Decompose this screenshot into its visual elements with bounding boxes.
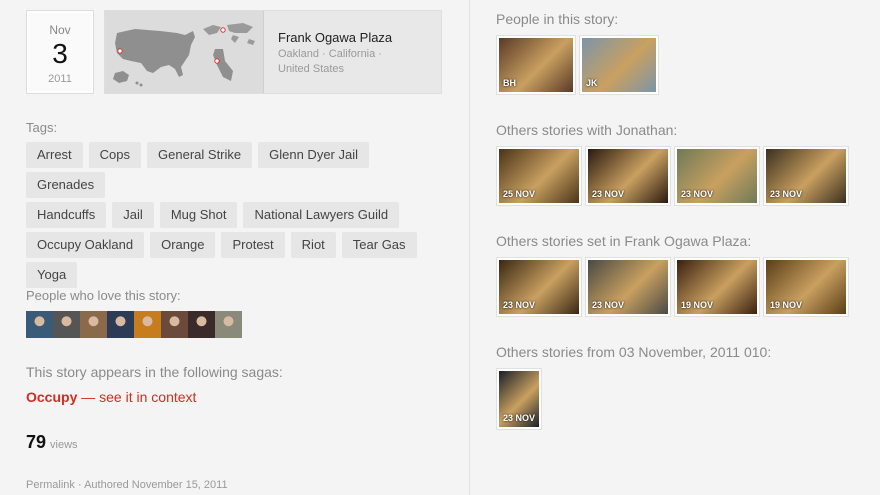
date-year: 2011 (48, 73, 72, 85)
tag[interactable]: National Lawyers Guild (243, 202, 400, 228)
lover-avatar[interactable] (215, 311, 242, 338)
story-thumbnail[interactable]: 23 NOV (585, 146, 671, 206)
story-thumbnail[interactable]: 19 NOV (763, 257, 849, 317)
place-location: Oakland · California · United States (278, 48, 382, 75)
tag[interactable]: Orange (150, 232, 216, 258)
thumbnail-caption: JK (586, 78, 598, 88)
us-map-icon (113, 23, 255, 87)
tag-row: Occupy Oakland Orange Protest Riot Tear Gas (26, 232, 456, 262)
permalink-link[interactable]: Permalink (26, 479, 75, 491)
place-country: United States (278, 63, 345, 75)
story-thumbnail[interactable]: 19 NOV (674, 257, 760, 317)
story-thumbnail[interactable]: BH (496, 35, 576, 95)
thumbnail-caption: 23 NOV (503, 413, 536, 423)
saga-context-link[interactable]: see it in context (99, 389, 196, 405)
thumbnail-caption: BH (503, 78, 516, 88)
thumbnail-caption: 23 NOV (592, 189, 625, 199)
people-label: People in this story: (496, 11, 619, 27)
tag[interactable]: Riot (290, 232, 336, 258)
tag-list: Arrest Cops General Strike Glenn Dyer Jail G… (26, 142, 456, 292)
lover-avatars (26, 311, 242, 338)
view-count: 79 views (26, 432, 78, 453)
tag-row: Arrest Cops General Strike Glenn Dyer Jail G… (26, 142, 456, 198)
tag[interactable]: Yoga (26, 262, 78, 288)
story-thumbnail[interactable]: 23 NOV (585, 257, 671, 317)
story-thumbnail[interactable]: JK (579, 35, 659, 95)
saga-name[interactable]: Occupy (26, 389, 77, 405)
thumbnail-caption: 23 NOV (681, 189, 714, 199)
place-stories-label: Others stories set in Frank Ogawa Plaza: (496, 233, 752, 249)
tag[interactable]: Mug Shot (159, 202, 238, 228)
tag[interactable]: Grenades (26, 172, 106, 198)
thumbnail-caption: 19 NOV (681, 300, 714, 310)
date-card: Nov 3 2011 (26, 10, 94, 94)
date-month: Nov (49, 23, 71, 37)
tags-label: Tags: (26, 120, 58, 135)
tag-row: Handcuffs Jail Mug Shot National Lawyers Gu… (26, 202, 456, 232)
views-number: 79 (26, 432, 47, 452)
location-card[interactable]: Frank Ogawa Plaza Oakland · California ·… (104, 10, 442, 94)
tag[interactable]: Tear Gas (341, 232, 417, 258)
place-region: California (328, 48, 376, 60)
column-divider (469, 0, 470, 495)
lover-avatar[interactable] (80, 311, 107, 338)
tag[interactable]: Jail (112, 202, 154, 228)
lover-avatar[interactable] (161, 311, 188, 338)
date-day: 3 (52, 38, 68, 69)
saga-entry: Occupy — see it in context (26, 389, 197, 405)
lover-avatar[interactable] (53, 311, 80, 338)
tag[interactable]: Handcuffs (26, 202, 107, 228)
location-map[interactable] (105, 11, 264, 93)
tag[interactable]: Arrest (26, 142, 83, 168)
place-story-thumbs: 23 NOV 23 NOV 19 NOV 19 NOV (496, 257, 852, 317)
place-name[interactable]: Frank Ogawa Plaza (278, 30, 392, 45)
lover-avatar[interactable] (107, 311, 134, 338)
thumbnail-caption: 23 NOV (592, 300, 625, 310)
lover-avatar[interactable] (26, 311, 53, 338)
lover-avatar[interactable] (188, 311, 215, 338)
jonathan-stories-label: Others stories with Jonathan: (496, 122, 678, 138)
story-thumbnail[interactable]: 25 NOV (496, 146, 582, 206)
story-footer: Permalink · Authored November 15, 2011 (26, 479, 228, 491)
lovers-label: People who love this story: (26, 288, 181, 303)
thumbnail-caption: 25 NOV (503, 189, 536, 199)
lover-avatar[interactable] (134, 311, 161, 338)
date-story-thumbs: 23 NOV (496, 368, 545, 430)
place-city: Oakland (278, 48, 319, 60)
tag[interactable]: Cops (88, 142, 142, 168)
date-stories-label: Others stories from 03 November, 2011 01… (496, 344, 772, 360)
thumbnail-caption: 23 NOV (770, 189, 803, 199)
story-thumbnail[interactable]: 23 NOV (496, 368, 542, 430)
views-label: views (50, 439, 78, 451)
thumbnail-caption: 23 NOV (503, 300, 536, 310)
story-thumbnail[interactable]: 23 NOV (496, 257, 582, 317)
story-thumbnail[interactable]: 23 NOV (674, 146, 760, 206)
tag[interactable]: Protest (221, 232, 285, 258)
thumbnail-caption: 19 NOV (770, 300, 803, 310)
story-thumbnail[interactable]: 23 NOV (763, 146, 849, 206)
sagas-label: This story appears in the following saga… (26, 364, 283, 380)
authored-date: Authored November 15, 2011 (84, 479, 228, 491)
tag[interactable]: General Strike (147, 142, 253, 168)
tag[interactable]: Occupy Oakland (26, 232, 145, 258)
people-thumbs: BH JK (496, 35, 662, 95)
jonathan-story-thumbs: 25 NOV 23 NOV 23 NOV 23 NOV (496, 146, 852, 206)
tag[interactable]: Glenn Dyer Jail (258, 142, 369, 168)
